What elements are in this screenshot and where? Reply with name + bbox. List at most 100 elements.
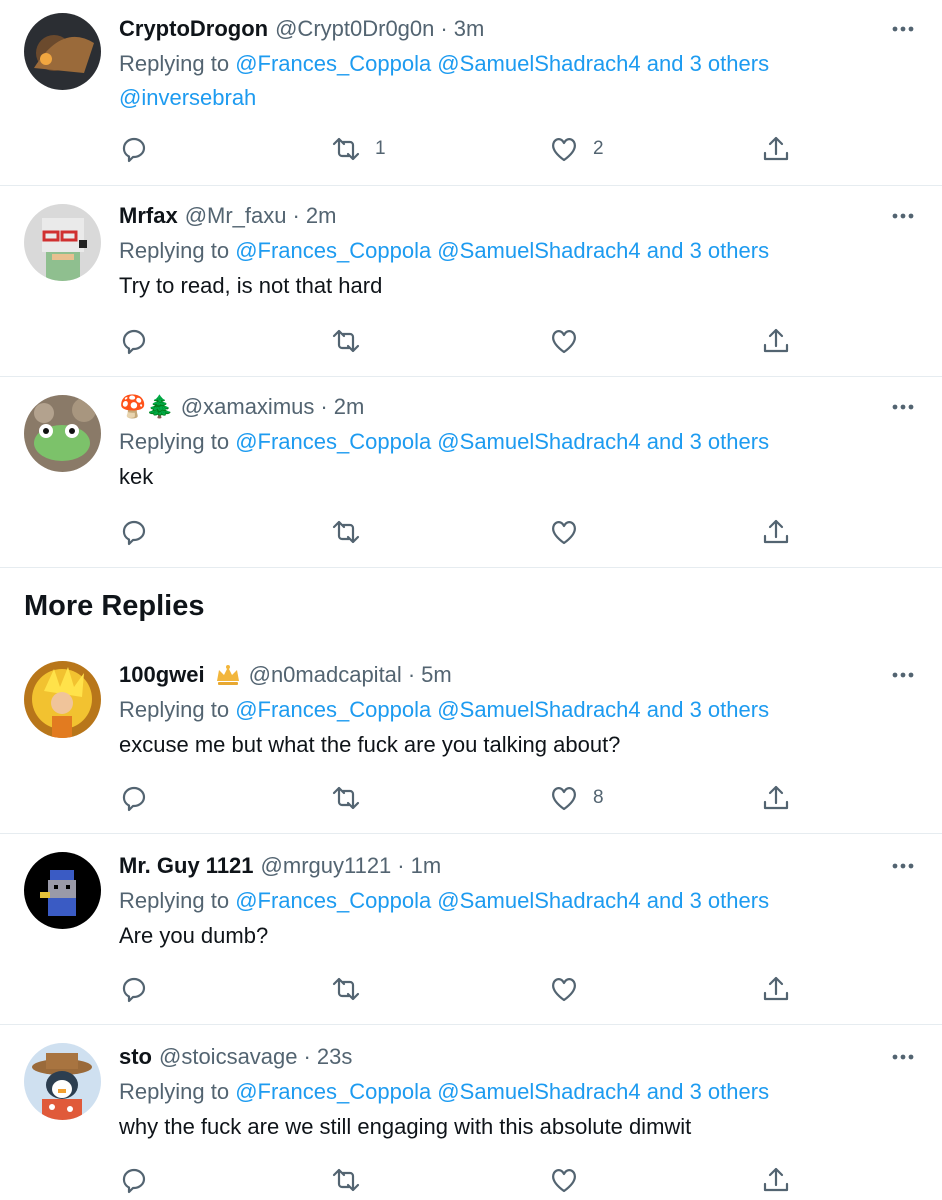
display-name[interactable]: Mrfax (119, 202, 178, 230)
replying-to: Replying to @Frances_Coppola @SamuelShad… (119, 236, 769, 266)
avatar[interactable] (24, 661, 101, 738)
reply-button[interactable] (119, 324, 149, 358)
like-button[interactable]: 2 (549, 132, 604, 166)
separator-dot: · (303, 1044, 311, 1069)
tweet-item[interactable]: sto @stoicsavage · 23s Replying to @Fran… (0, 1028, 942, 1200)
tweet-item[interactable]: 100gwei @n0madcapital · 5m Replying to @… (0, 646, 942, 834)
replying-targets-link[interactable]: @Frances_Coppola @SamuelShadrach4 and 3 … (235, 888, 769, 913)
share-icon (763, 976, 789, 1001)
share-icon (763, 519, 789, 544)
user-handle[interactable]: @xamaximus (181, 393, 315, 421)
timestamp[interactable]: 1m (411, 852, 442, 880)
crown-badge-icon (216, 665, 239, 685)
reply-button[interactable] (119, 972, 149, 1006)
replying-prefix: Replying to (119, 429, 230, 454)
user-handle[interactable]: @stoicsavage (159, 1043, 298, 1071)
avatar[interactable] (24, 13, 101, 90)
like-button[interactable] (549, 324, 593, 358)
tweet-text: why the fuck are we still engaging with … (119, 1114, 692, 1139)
retweet-icon (332, 977, 360, 1001)
more-horizontal-icon[interactable] (890, 203, 916, 229)
replying-targets-link[interactable]: @Frances_Coppola @SamuelShadrach4 and 3 … (235, 1079, 769, 1104)
separator-dot: · (440, 16, 448, 41)
more-horizontal-icon[interactable] (890, 662, 916, 688)
share-button[interactable] (761, 781, 791, 815)
tweet-actions (119, 515, 799, 549)
more-horizontal-icon[interactable] (890, 16, 916, 42)
share-button[interactable] (761, 1163, 791, 1197)
user-handle[interactable]: @Mr_faxu (185, 202, 287, 230)
tweet-actions (119, 1163, 799, 1197)
tweet-text: excuse me but what the fuck are you talk… (119, 732, 621, 757)
reply-bubble-icon (122, 137, 146, 163)
avatar[interactable] (24, 395, 101, 472)
reply-button[interactable] (119, 515, 149, 549)
retweet-button[interactable] (331, 1163, 375, 1197)
display-name[interactable]: Mr. Guy 1121 (119, 852, 254, 880)
heart-icon (552, 978, 576, 1002)
replying-targets-link[interactable]: @Frances_Coppola @SamuelShadrach4 and 3 … (235, 238, 769, 263)
timestamp[interactable]: 2m (334, 393, 365, 421)
replying-targets-link[interactable]: @Frances_Coppola @SamuelShadrach4 and 3 … (235, 697, 769, 722)
share-button[interactable] (761, 972, 791, 1006)
reply-button[interactable] (119, 781, 149, 815)
separator-dot: · (292, 203, 300, 228)
like-count: 8 (593, 787, 604, 808)
user-handle[interactable]: @n0madcapital (249, 661, 402, 689)
tweet-item[interactable]: 🍄🌲 @xamaximus · 2m Replying to @Frances_… (0, 378, 942, 568)
retweet-icon (332, 137, 360, 161)
timestamp[interactable]: 23s (317, 1043, 352, 1071)
tweet-item[interactable]: Mrfax @Mr_faxu · 2m Replying to @Frances… (0, 187, 942, 377)
reply-button[interactable] (119, 1163, 149, 1197)
more-horizontal-icon[interactable] (890, 853, 916, 879)
replying-extra-link[interactable]: @inversebrah (119, 83, 256, 113)
reply-bubble-icon (122, 977, 146, 1003)
share-icon (763, 1167, 789, 1192)
replying-prefix: Replying to (119, 888, 230, 913)
replying-to: Replying to @Frances_Coppola @SamuelShad… (119, 427, 769, 457)
timestamp[interactable]: 3m (454, 15, 485, 43)
more-horizontal-icon[interactable] (890, 394, 916, 420)
separator-dot: · (320, 394, 328, 419)
retweet-button[interactable]: 1 (331, 132, 386, 166)
more-horizontal-icon[interactable] (890, 1044, 916, 1070)
share-button[interactable] (761, 132, 791, 166)
like-button[interactable] (549, 515, 593, 549)
avatar[interactable] (24, 1043, 101, 1120)
avatar[interactable] (24, 204, 101, 281)
tweet-text: kek (119, 464, 154, 489)
heart-icon (552, 521, 576, 545)
retweet-icon (332, 1168, 360, 1192)
retweet-button[interactable] (331, 781, 375, 815)
retweet-button[interactable] (331, 324, 375, 358)
display-name[interactable]: CryptoDrogon (119, 15, 268, 43)
share-button[interactable] (761, 515, 791, 549)
share-icon (763, 136, 789, 161)
retweet-button[interactable] (331, 972, 375, 1006)
user-handle[interactable]: @Crypt0Dr0g0n (275, 15, 434, 43)
timestamp[interactable]: 2m (306, 202, 337, 230)
reply-button[interactable] (119, 132, 149, 166)
share-button[interactable] (761, 324, 791, 358)
like-button[interactable]: 8 (549, 781, 604, 815)
like-button[interactable] (549, 972, 593, 1006)
retweet-button[interactable] (331, 515, 375, 549)
user-handle[interactable]: @mrguy1121 (261, 852, 392, 880)
tweet-text: Try to read, is not that hard (119, 273, 383, 298)
timestamp[interactable]: 5m (421, 661, 452, 689)
like-button[interactable] (549, 1163, 593, 1197)
replying-targets-link[interactable]: @Frances_Coppola @SamuelShadrach4 and 3 … (235, 51, 769, 76)
display-name[interactable]: 🍄🌲 (119, 393, 174, 421)
retweet-icon (332, 329, 360, 353)
tweet-text: Are you dumb? (119, 923, 269, 948)
tweet-item[interactable]: CryptoDrogon @Crypt0Dr0g0n · 3m Replying… (0, 0, 942, 186)
retweet-count: 1 (375, 138, 386, 159)
section-title: More Replies (24, 590, 205, 622)
display-name[interactable]: 100gwei (119, 661, 205, 689)
avatar[interactable] (24, 852, 101, 929)
tweet-item[interactable]: Mr. Guy 1121 @mrguy1121 · 1m Replying to… (0, 837, 942, 1025)
share-icon (763, 328, 789, 353)
replying-to: Replying to @Frances_Coppola @SamuelShad… (119, 49, 769, 79)
display-name[interactable]: sto (119, 1043, 152, 1071)
replying-targets-link[interactable]: @Frances_Coppola @SamuelShadrach4 and 3 … (235, 429, 769, 454)
